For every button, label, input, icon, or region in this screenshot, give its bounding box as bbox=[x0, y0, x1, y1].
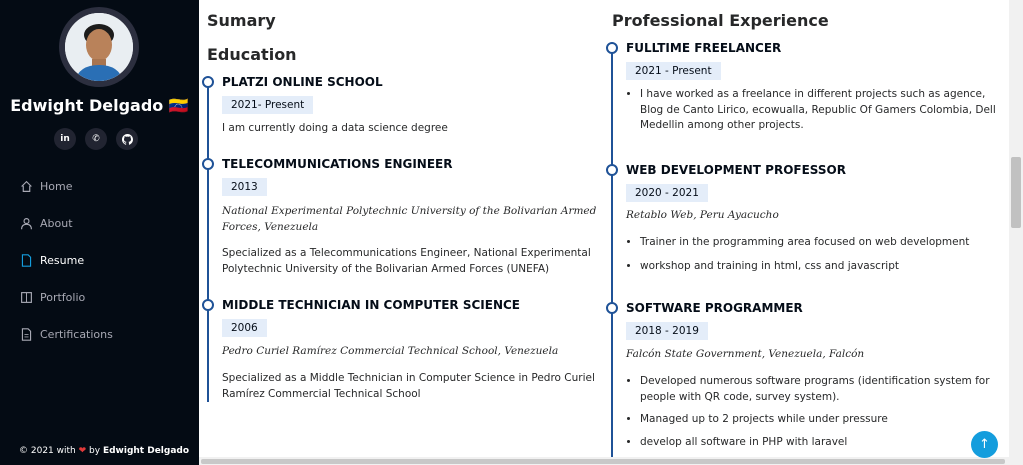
file-icon bbox=[19, 253, 33, 267]
nav-label-home: Home bbox=[40, 179, 73, 193]
education-item-title: MIDDLE TECHNICIAN IN COMPUTER SCIENCE bbox=[222, 298, 521, 312]
nav-label-certifications: Certifications bbox=[40, 327, 113, 341]
education-item-date: 2006 bbox=[222, 319, 267, 337]
experience-item-date: 2018 - 2019 bbox=[626, 322, 708, 340]
timeline-dot bbox=[202, 299, 214, 311]
education-item-title: TELECOMMUNICATIONS ENGINEER bbox=[222, 157, 453, 171]
avatar bbox=[59, 7, 139, 87]
timeline-dot bbox=[606, 164, 618, 176]
footer-by: by bbox=[89, 446, 101, 456]
experience-item-date: 2021 - Present bbox=[626, 62, 721, 80]
nav-item-resume[interactable]: Resume bbox=[19, 251, 113, 269]
education-title: Education bbox=[207, 45, 297, 64]
resume-section: Sumary Education PLATZI ONLINE SCHOOL 20… bbox=[199, 0, 1009, 465]
list-item: Developed numerous software programs (id… bbox=[640, 374, 996, 405]
experience-item-title: WEB DEVELOPMENT PROFESSOR bbox=[626, 163, 846, 177]
education-item-text: Specialized as a Middle Technician in Co… bbox=[222, 372, 595, 400]
experience-item-title: FULLTIME FREELANCER bbox=[626, 41, 782, 55]
list-item: Managed up to 2 projects while under pre… bbox=[640, 412, 996, 428]
user-icon bbox=[19, 216, 33, 230]
nav-label-resume: Resume bbox=[40, 253, 85, 267]
list-item: Trainer in the programming area focused … bbox=[640, 235, 996, 251]
timeline-dot bbox=[606, 302, 618, 314]
footer-author: Edwight Delgado bbox=[102, 446, 190, 456]
nav-label-about: About bbox=[40, 216, 73, 230]
venezuela-flag-icon: 🇻🇪 bbox=[168, 96, 189, 115]
arrow-up-icon: ↑ bbox=[979, 437, 990, 452]
experience-item-institution: Retablo Web, Peru Ayacucho bbox=[626, 209, 779, 221]
nav-item-certifications[interactable]: Certifications bbox=[19, 325, 113, 343]
footer: © 2021 with ❤ by Edwight Delgado bbox=[19, 446, 189, 456]
timeline-dot bbox=[202, 76, 214, 88]
github-icon[interactable] bbox=[116, 128, 138, 150]
profile-name: Edwight Delgado 🇻🇪 bbox=[0, 96, 199, 115]
timeline-dot bbox=[606, 42, 618, 54]
education-item-institution: Pedro Curiel Ramírez Commercial Technica… bbox=[222, 345, 559, 357]
experience-item-bullets: Developed numerous software programs (id… bbox=[626, 374, 996, 450]
whatsapp-icon[interactable]: ✆ bbox=[85, 128, 107, 150]
education-item-title: PLATZI ONLINE SCHOOL bbox=[222, 75, 383, 89]
education-item-text: I am currently doing a data science degr… bbox=[222, 122, 448, 134]
summary-title: Sumary bbox=[207, 11, 276, 30]
main-nav: Home About Resume Portfolio Certificatio… bbox=[19, 177, 113, 362]
education-item-institution: National Experimental Polytechnic Univer… bbox=[222, 205, 597, 233]
nav-item-portfolio[interactable]: Portfolio bbox=[19, 288, 113, 306]
education-item-date: 2013 bbox=[222, 178, 267, 196]
horizontal-scrollbar-thumb[interactable] bbox=[201, 459, 1005, 464]
experience-item-bullets: I have worked as a freelance in differen… bbox=[626, 87, 996, 134]
heart-icon: ❤ bbox=[78, 446, 87, 456]
education-timeline bbox=[207, 80, 209, 402]
education-item-text: Specialized as a Telecommunications Engi… bbox=[222, 247, 591, 275]
vertical-scrollbar-track[interactable] bbox=[1009, 0, 1023, 465]
linkedin-icon[interactable]: in bbox=[54, 128, 76, 150]
education-item-date: 2021- Present bbox=[222, 96, 314, 114]
back-to-top-button[interactable]: ↑ bbox=[971, 431, 998, 458]
footer-prefix: © 2021 with bbox=[19, 446, 76, 456]
sidebar: Edwight Delgado 🇻🇪 in ✆ Home About Resum… bbox=[0, 0, 199, 465]
experience-item-title: SOFTWARE PROGRAMMER bbox=[626, 301, 803, 315]
nav-item-about[interactable]: About bbox=[19, 214, 113, 232]
certificate-icon bbox=[19, 327, 33, 341]
social-links: in ✆ bbox=[54, 128, 138, 150]
experience-item-bullets: Trainer in the programming area focused … bbox=[626, 235, 996, 274]
book-icon bbox=[19, 290, 33, 304]
home-icon bbox=[19, 179, 33, 193]
profile-photo bbox=[65, 13, 133, 81]
list-item: workshop and training in html, css and j… bbox=[640, 259, 996, 275]
profile-name-text: Edwight Delgado bbox=[10, 96, 164, 115]
experience-timeline bbox=[611, 46, 613, 465]
vertical-scrollbar-thumb[interactable] bbox=[1011, 157, 1021, 228]
experience-title: Professional Experience bbox=[612, 11, 829, 30]
timeline-dot bbox=[202, 158, 214, 170]
experience-item-date: 2020 - 2021 bbox=[626, 184, 708, 202]
nav-item-home[interactable]: Home bbox=[19, 177, 113, 195]
list-item: develop all software in PHP with laravel bbox=[640, 435, 996, 451]
experience-item-institution: Falcón State Government, Venezuela, Falc… bbox=[626, 348, 865, 360]
list-item: I have worked as a freelance in differen… bbox=[640, 87, 996, 134]
nav-label-portfolio: Portfolio bbox=[40, 290, 86, 304]
